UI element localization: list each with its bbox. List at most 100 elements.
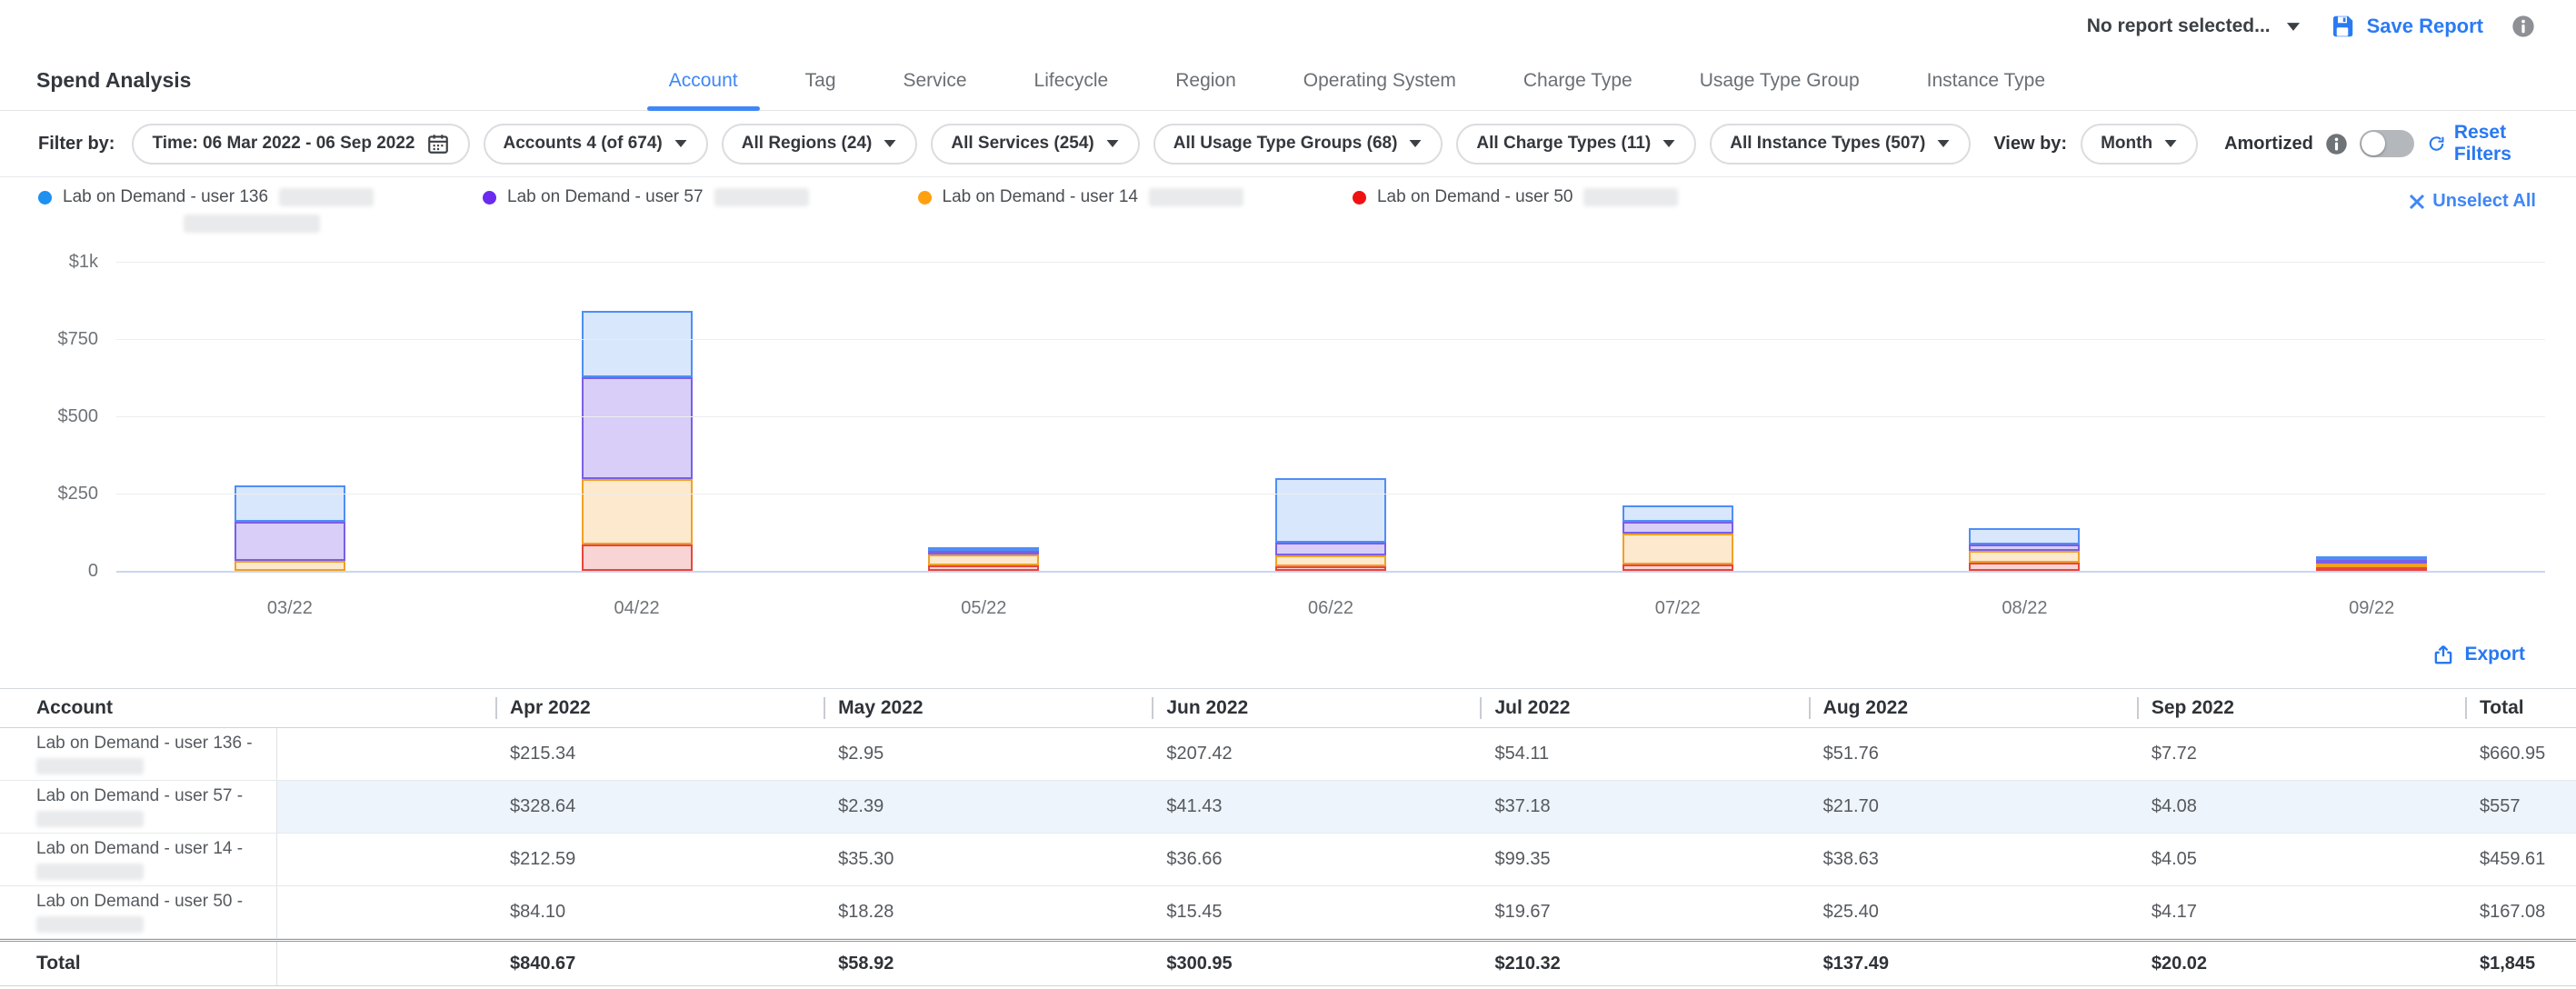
bar-segment-user-136	[1275, 478, 1386, 543]
x-axis-label: 06/22	[1157, 598, 1504, 619]
legend-label: Lab on Demand - user 14	[943, 187, 1138, 207]
bar-segment-user-14	[928, 554, 1039, 565]
spend-table: Account Apr 2022May 2022Jun 2022Jul 2022…	[0, 688, 2576, 986]
x-axis-label: 03/22	[116, 598, 464, 619]
cell-value: $21.70	[1809, 796, 2137, 817]
spacer-cell	[277, 834, 495, 885]
column-header-apr-2022[interactable]: Apr 2022	[495, 697, 824, 719]
column-header-total[interactable]: Total	[2465, 697, 2576, 719]
stacked-bar-04-22[interactable]	[582, 311, 693, 571]
filter-by-label: Filter by:	[38, 134, 115, 155]
cell-value: $38.63	[1809, 849, 2137, 870]
bar-segment-user-57	[1969, 544, 2080, 551]
stacked-bar-06-22[interactable]	[1275, 478, 1386, 571]
spacer-cell	[277, 942, 495, 985]
legend-item-lab-on-demand-user-50[interactable]: Lab on Demand - user 50	[1353, 187, 1678, 207]
tab-service[interactable]: Service	[900, 51, 971, 110]
legend-item-lab-on-demand-user-57[interactable]: Lab on Demand - user 57	[483, 187, 808, 207]
amortized-toggle[interactable]	[2360, 130, 2414, 157]
save-report-label: Save Report	[2367, 15, 2483, 38]
export-button[interactable]: Export	[2431, 643, 2525, 666]
gridline	[116, 416, 2545, 417]
stacked-bar-09-22[interactable]	[2316, 556, 2427, 571]
stacked-bar-07-22[interactable]	[1622, 505, 1733, 571]
info-icon[interactable]	[2511, 14, 2536, 39]
cell-value: $167.08	[2465, 902, 2576, 923]
filter-pill-all-services[interactable]: All Services (254)	[931, 124, 1139, 165]
y-axis: $1k$750$500$2500	[0, 245, 98, 618]
redacted-text	[36, 758, 144, 774]
cell-value: $4.17	[2137, 902, 2465, 923]
tab-lifecycle[interactable]: Lifecycle	[1031, 51, 1113, 110]
cell-value: $41.43	[1152, 796, 1480, 817]
y-axis-tick: 0	[7, 561, 98, 582]
table-row-lab-on-demand-user-57[interactable]: Lab on Demand - user 57 -$328.64$2.39$41…	[0, 781, 2576, 834]
column-header-sep-2022[interactable]: Sep 2022	[2137, 697, 2465, 719]
tab-instance-type[interactable]: Instance Type	[1923, 51, 2049, 110]
column-header-account[interactable]: Account	[0, 697, 277, 719]
cell-value: $84.10	[495, 902, 824, 923]
chart-legend: Lab on Demand - user 136 Lab on Demand - …	[38, 187, 2536, 233]
table-row-lab-on-demand-user-14[interactable]: Lab on Demand - user 14 -$212.59$35.30$3…	[0, 834, 2576, 886]
reset-filters-label: Reset Filters	[2454, 122, 2538, 165]
column-header-may-2022[interactable]: May 2022	[824, 697, 1152, 719]
tab-region[interactable]: Region	[1172, 51, 1240, 110]
tab-account[interactable]: Account	[665, 51, 742, 110]
reset-filters-button[interactable]: Reset Filters	[2428, 122, 2538, 165]
caret-down-icon	[1105, 138, 1120, 149]
filter-pill-all-regions[interactable]: All Regions (24)	[722, 124, 918, 165]
cell-value: $207.42	[1152, 744, 1480, 764]
redacted-text	[36, 916, 144, 933]
redacted-text	[1583, 188, 1678, 206]
x-axis-label: 07/22	[1504, 598, 1852, 619]
cell-value: $215.34	[495, 744, 824, 764]
column-header-aug-2022[interactable]: Aug 2022	[1809, 697, 2137, 719]
cell-value: $51.76	[1809, 744, 2137, 764]
chevron-down-icon	[2285, 21, 2301, 33]
report-selector-dropdown[interactable]: No report selected...	[2087, 15, 2301, 37]
redacted-text	[1149, 188, 1243, 206]
unselect-all-button[interactable]: Unselect All	[2409, 191, 2536, 212]
column-header-jul-2022[interactable]: Jul 2022	[1480, 697, 1808, 719]
x-axis-label: 04/22	[464, 598, 811, 619]
bar-segment-user-136	[582, 311, 693, 377]
stacked-bar-05-22[interactable]	[928, 547, 1039, 571]
save-report-button[interactable]: Save Report	[2329, 13, 2483, 40]
tab-usage-type-group[interactable]: Usage Type Group	[1696, 51, 1863, 110]
view-by-dropdown[interactable]: Month	[2081, 124, 2198, 165]
bar-segment-user-136	[1622, 505, 1733, 522]
bar-segment-user-14	[1969, 551, 2080, 563]
account-cell: Lab on Demand - user 14 -	[0, 834, 277, 885]
tab-charge-type[interactable]: Charge Type	[1520, 51, 1636, 110]
legend-line: Lab on Demand - user 136	[38, 187, 374, 207]
calendar-icon	[426, 132, 450, 155]
cell-value: $15.45	[1152, 902, 1480, 923]
table-total-row: Total$840.67$58.92$300.95$210.32$137.49$…	[0, 939, 2576, 986]
gridline	[116, 339, 2545, 340]
filter-pill-all-instance-types[interactable]: All Instance Types (507)	[1710, 124, 1971, 165]
column-header-jun-2022[interactable]: Jun 2022	[1152, 697, 1480, 719]
y-axis-tick: $250	[7, 484, 98, 504]
legend-dot-icon	[1353, 191, 1366, 205]
stacked-bar-03-22[interactable]	[235, 485, 345, 571]
legend-item-lab-on-demand-user-136[interactable]: Lab on Demand - user 136	[38, 187, 374, 233]
stacked-bar-08-22[interactable]	[1969, 528, 2080, 571]
column-header-label: Aug 2022	[1809, 697, 1908, 719]
info-icon[interactable]	[2324, 132, 2349, 156]
gridline	[116, 571, 2545, 573]
filter-pill-all-charge-types[interactable]: All Charge Types (11)	[1456, 124, 1696, 165]
filter-pill-time[interactable]: Time: 06 Mar 2022 - 06 Sep 2022	[132, 124, 469, 165]
legend-line: Lab on Demand - user 14	[918, 187, 1243, 207]
account-name: Lab on Demand - user 50 -	[36, 892, 276, 912]
table-row-lab-on-demand-user-50[interactable]: Lab on Demand - user 50 -$84.10$18.28$15…	[0, 886, 2576, 939]
bar-segment-user-14	[1275, 555, 1386, 566]
tab-tag[interactable]: Tag	[802, 51, 840, 110]
table-row-lab-on-demand-user-136[interactable]: Lab on Demand - user 136 -$215.34$2.95$2…	[0, 728, 2576, 781]
unselect-all-label: Unselect All	[2432, 191, 2536, 212]
filter-pill-accounts-4[interactable]: Accounts 4 (of 674)	[484, 124, 708, 165]
account-cell: Lab on Demand - user 50 -	[0, 886, 277, 938]
legend-item-lab-on-demand-user-14[interactable]: Lab on Demand - user 14	[918, 187, 1243, 207]
tab-operating-system[interactable]: Operating System	[1300, 51, 1460, 110]
filter-pill-all-usage-type-groups[interactable]: All Usage Type Groups (68)	[1153, 124, 1443, 165]
legend-dot-icon	[483, 191, 496, 205]
